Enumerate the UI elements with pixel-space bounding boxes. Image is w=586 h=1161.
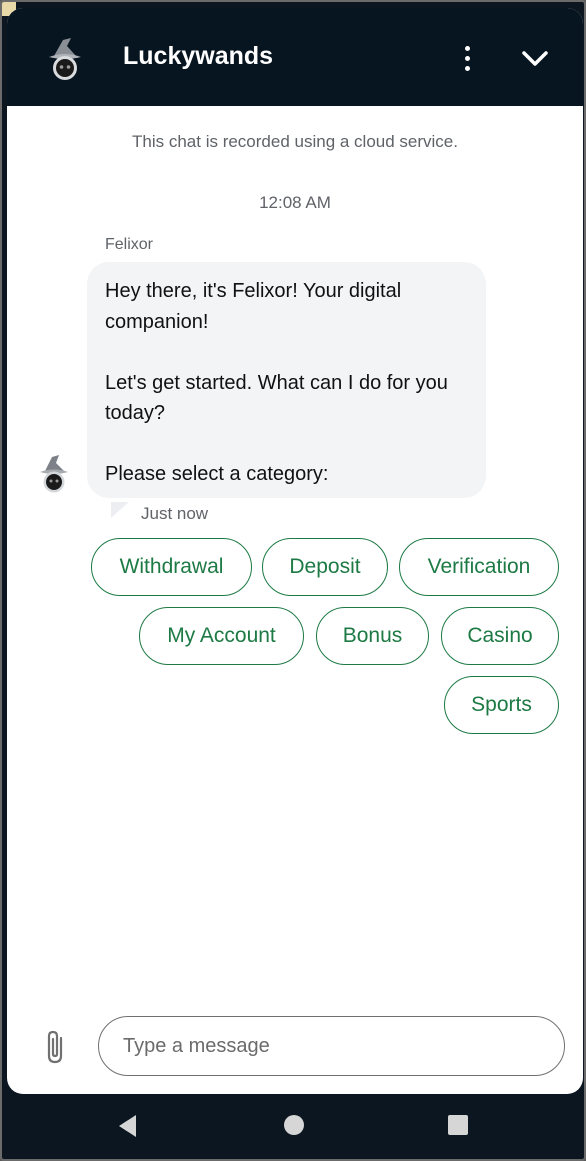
menu-dot <box>464 65 470 71</box>
message-input[interactable] <box>98 1016 565 1076</box>
menu-dot <box>464 55 470 61</box>
quick-reply-withdrawal[interactable]: Withdrawal <box>91 538 252 596</box>
chat-window: Luckywands This chat is recorded using a… <box>7 8 583 1094</box>
quick-reply-my-account[interactable]: My Account <box>139 607 304 665</box>
menu-dot <box>464 45 470 51</box>
device-frame: Luckywands This chat is recorded using a… <box>0 0 586 1161</box>
more-vertical-icon[interactable] <box>453 38 481 78</box>
sender-name: Felixor <box>105 236 154 253</box>
recording-notice: This chat is recorded using a cloud serv… <box>132 132 458 151</box>
quick-reply-deposit[interactable]: Deposit <box>262 538 388 596</box>
home-circle-icon[interactable] <box>284 1115 304 1135</box>
chat-header: Luckywands <box>7 8 583 106</box>
bubble-tail <box>111 502 129 518</box>
bot-avatar-icon <box>40 455 68 493</box>
recents-square-icon[interactable] <box>448 1115 468 1135</box>
chat-title: Luckywands <box>123 42 274 70</box>
chevron-down-icon[interactable] <box>515 38 555 78</box>
message-composer <box>7 1008 583 1094</box>
paperclip-icon[interactable] <box>41 1028 69 1066</box>
message-status: Just now <box>141 504 209 523</box>
back-triangle-icon[interactable] <box>116 1113 140 1139</box>
bot-message-bubble: Hey there, it's Felixor! Your digital co… <box>87 262 486 498</box>
quick-reply-sports[interactable]: Sports <box>444 676 559 734</box>
quick-reply-bonus[interactable]: Bonus <box>316 607 429 665</box>
message-timestamp: 12:08 AM <box>259 193 331 212</box>
quick-reply-verification[interactable]: Verification <box>399 538 559 596</box>
quick-reply-casino[interactable]: Casino <box>441 607 559 665</box>
wizard-hat-logo-icon <box>49 38 81 80</box>
android-nav-bar <box>2 1094 584 1159</box>
